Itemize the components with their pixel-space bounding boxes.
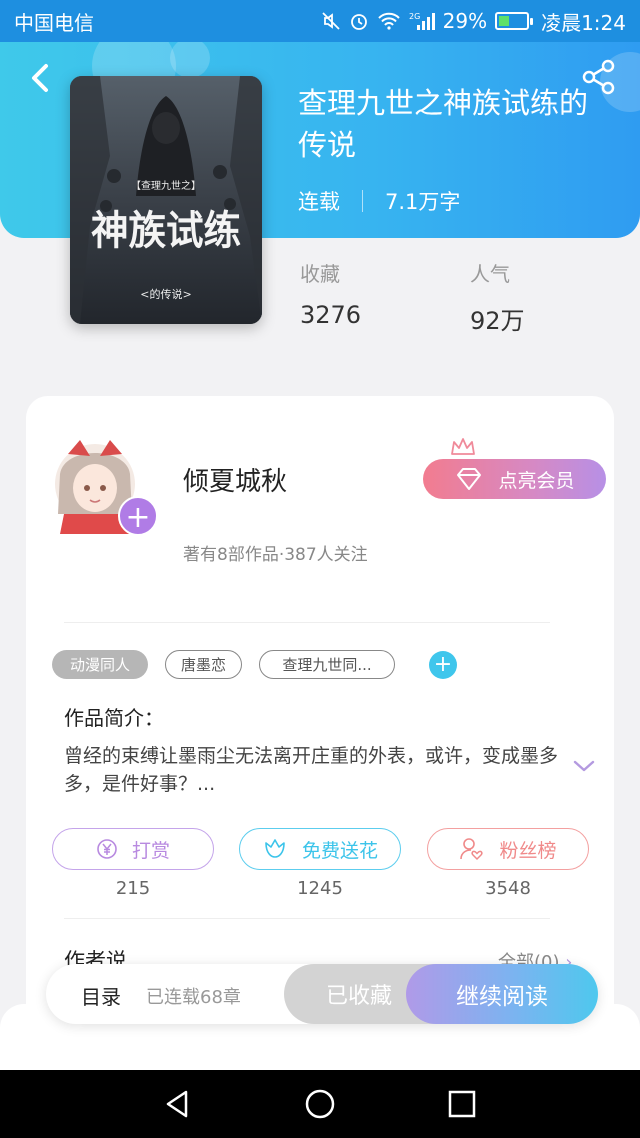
stat-popularity: 人气 92万 (470, 258, 525, 336)
status-bar: 中国电信 2G 29% 凌晨1:24 (0, 0, 640, 42)
nav-back-icon[interactable] (160, 1086, 196, 1122)
flower-count: 1245 (297, 878, 343, 899)
chevron-down-icon[interactable] (572, 758, 596, 774)
svg-text:【查理九世之】: 【查理九世之】 (131, 179, 201, 192)
serial-status: 连载 (298, 190, 340, 214)
cover-illustration: 【查理九世之】 神族试练 <的传说> (70, 76, 262, 324)
author-name[interactable]: 倾夏城秋 (183, 461, 287, 498)
meta-divider (362, 190, 363, 212)
fan-user-icon (460, 838, 484, 861)
clock: 凌晨1:24 (541, 10, 626, 35)
fan-count: 3548 (485, 878, 531, 899)
nav-recents-icon[interactable] (444, 1086, 480, 1122)
carrier-label: 中国电信 (14, 10, 94, 35)
tag-chip[interactable]: 查理九世同... (259, 650, 395, 679)
diamond-icon (457, 468, 482, 490)
chapter-count: 已连载68章 (146, 987, 241, 1008)
tip-label: 打赏 (131, 839, 170, 862)
cell-signal-icon: 2G (409, 12, 435, 30)
intro-text: 曾经的束缚让墨雨尘无法离开庄重的外表，或许，变成墨多多，是件好事？... (64, 745, 559, 795)
book-meta: 连载 7.1万字 (298, 186, 460, 216)
intro-heading: 作品简介： (64, 706, 164, 730)
activate-vip-button[interactable]: 点亮会员 (423, 459, 606, 499)
flower-icon (265, 839, 285, 858)
alarm-icon (350, 14, 367, 30)
svg-text:<的传说>: <的传说> (140, 287, 191, 301)
divider (64, 622, 550, 623)
send-flower-label: 免费送花 (301, 839, 378, 862)
vip-label: 点亮会员 (498, 469, 575, 492)
fan-ranking-label: 粉丝榜 (499, 839, 557, 862)
tag-chip[interactable]: 唐墨恋 (165, 650, 242, 679)
system-nav-bar (0, 1070, 640, 1138)
tag-chip[interactable]: 动漫同人 (52, 650, 148, 679)
follow-author-button[interactable]: + (118, 496, 158, 536)
stat-label: 人气 (470, 262, 510, 286)
add-tag-button[interactable]: + (429, 651, 457, 679)
tip-count: 215 (115, 878, 151, 899)
battery-icon (495, 12, 534, 30)
yen-coin-icon (97, 839, 117, 859)
toc-button[interactable]: 目录 (81, 981, 121, 1010)
crown-icon (451, 438, 475, 455)
book-cover[interactable]: 【查理九世之】 神族试练 <的传说> (70, 76, 262, 324)
back-arrow-icon[interactable] (22, 58, 62, 98)
stat-value: 3276 (300, 301, 362, 329)
continue-reading-button[interactable]: 继续阅读 (406, 964, 598, 1024)
divider (64, 918, 550, 919)
author-summary: 著有8部作品·387人关注 (183, 545, 368, 565)
stat-value: 92万 (470, 307, 525, 335)
wifi-icon (377, 12, 400, 30)
status-icons: 2G 29% 凌晨1:24 (321, 7, 626, 36)
stat-favorites: 收藏 3276 (300, 258, 361, 329)
share-icon[interactable] (578, 56, 620, 98)
nav-home-icon[interactable] (302, 1086, 338, 1122)
battery-percent: 29% (442, 9, 488, 33)
mute-icon (321, 12, 340, 30)
tip-button[interactable]: 打赏 (52, 828, 214, 870)
stat-label: 收藏 (300, 262, 340, 286)
word-count: 7.1万字 (385, 190, 461, 214)
bottom-action-bar: 目录 已连载68章 已收藏 继续阅读 (46, 964, 598, 1024)
fan-ranking-button[interactable]: 粉丝榜 (427, 828, 589, 870)
svg-text:2G: 2G (409, 12, 420, 21)
send-flower-button[interactable]: 免费送花 (239, 828, 401, 870)
svg-text:神族试练: 神族试练 (91, 207, 241, 254)
book-title: 查理九世之神族试练的传说 (298, 86, 589, 162)
